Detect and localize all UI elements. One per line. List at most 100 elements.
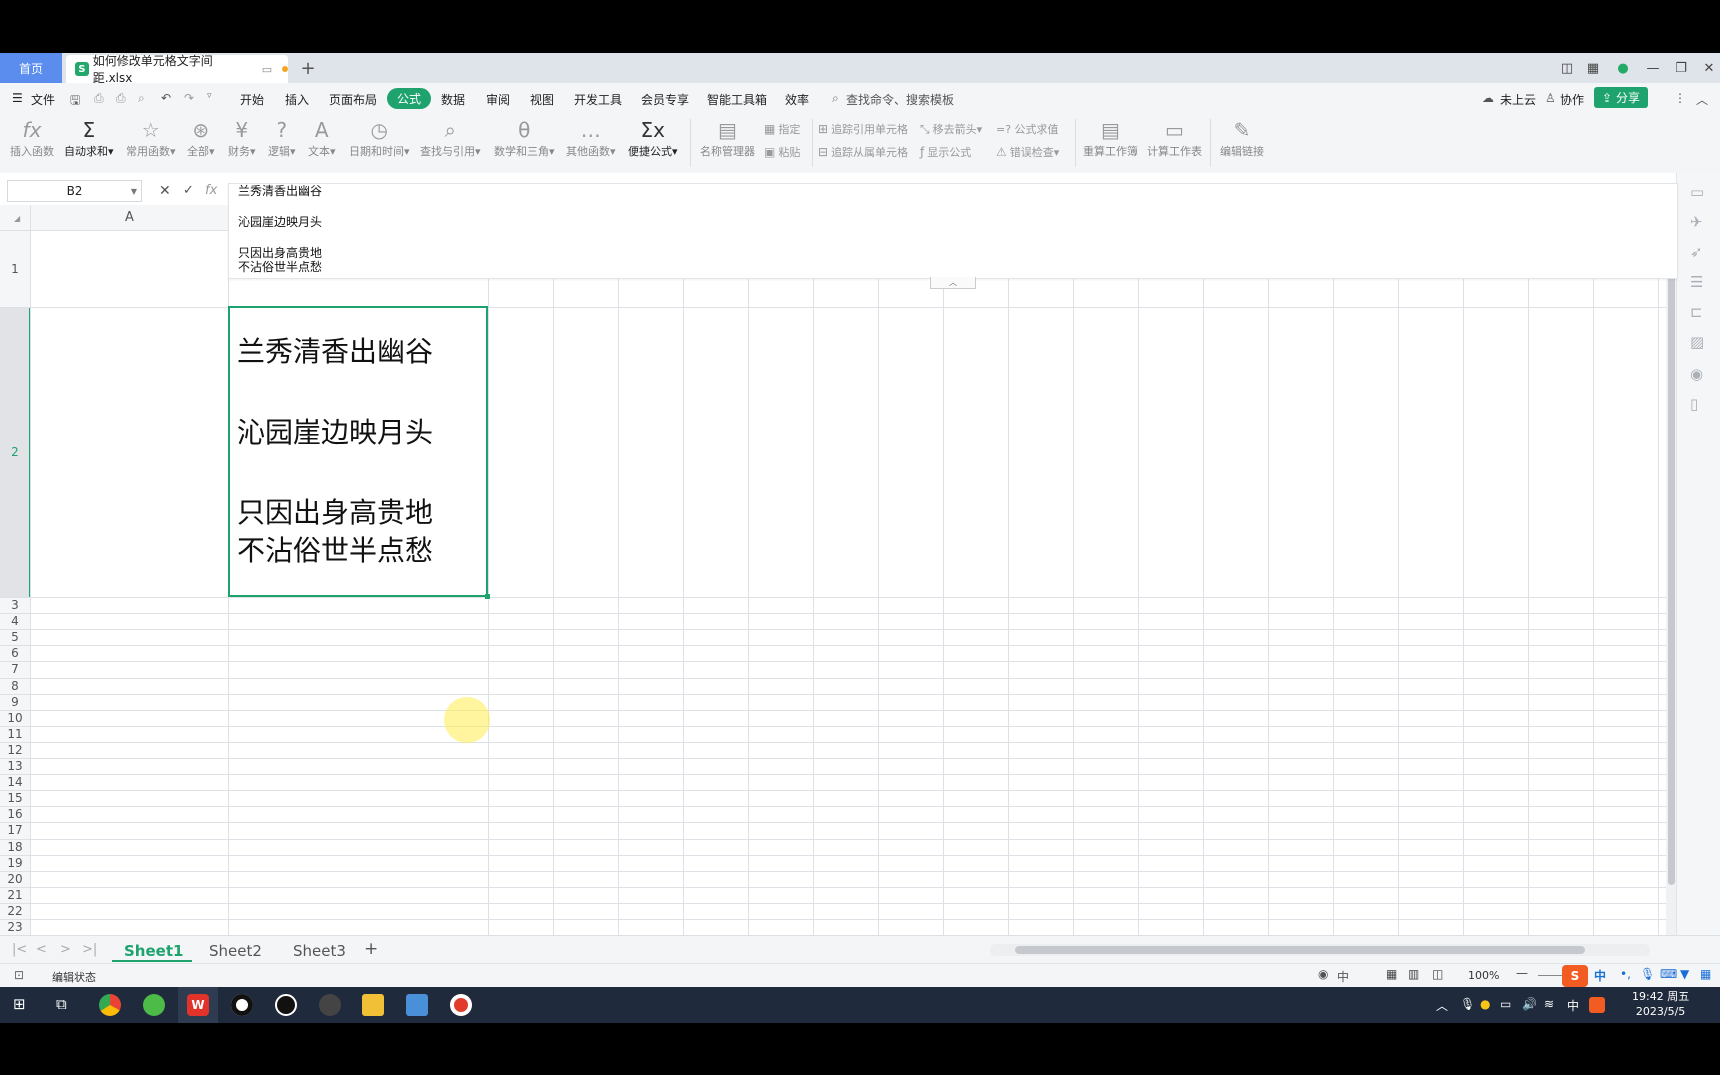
- tray-expand-icon[interactable]: ︿: [1436, 997, 1448, 1014]
- print-icon[interactable]: ⎙: [116, 91, 126, 106]
- quick-access-dropdown-icon[interactable]: ▿: [207, 91, 212, 101]
- datetime-button[interactable]: ◷ 日期和时间▾: [349, 117, 410, 159]
- row-header[interactable]: 5: [0, 630, 30, 644]
- autosum-button[interactable]: Σ 自动求和▾: [64, 117, 114, 159]
- location-icon[interactable]: ◉: [1690, 365, 1703, 383]
- menu-file[interactable]: 文件: [31, 91, 55, 108]
- paste-name-button[interactable]: ▣ 粘贴: [764, 144, 800, 160]
- chevron-down-icon[interactable]: ▼: [131, 187, 137, 196]
- more-icon[interactable]: ⋮: [1674, 91, 1686, 105]
- tray-sogou-icon[interactable]: [1589, 997, 1605, 1013]
- row-header[interactable]: 4: [0, 614, 30, 628]
- name-box[interactable]: B2 ▼: [7, 180, 142, 202]
- share-button[interactable]: ⇪ 分享: [1594, 87, 1648, 108]
- finance-button[interactable]: ¥ 财务▾: [228, 117, 256, 159]
- recalc-workbook-button[interactable]: ▤ 重算工作簿: [1083, 117, 1138, 159]
- collapse-ribbon-icon[interactable]: ︿: [1696, 91, 1708, 108]
- edit-links-button[interactable]: ✎ 编辑链接: [1220, 117, 1264, 159]
- windows-start-icon[interactable]: ⊞: [13, 995, 26, 1013]
- row-header[interactable]: 8: [0, 679, 30, 693]
- menu-efficiency[interactable]: 效率: [785, 91, 809, 108]
- cloud-status[interactable]: 未上云: [1500, 91, 1536, 108]
- horizontal-scrollbar[interactable]: [990, 944, 1650, 956]
- formula-input[interactable]: 兰秀清香出幽谷 沁园崖边映月头 只因出身高贵地 不沾俗世半点愁: [228, 183, 1678, 279]
- evaluate-formula-button[interactable]: =? 公式求值: [996, 121, 1059, 137]
- row-header[interactable]: 2: [0, 445, 30, 459]
- row-header[interactable]: 7: [0, 662, 30, 676]
- select-all-icon[interactable]: ◢: [14, 214, 20, 223]
- collab-button[interactable]: 协作: [1560, 91, 1584, 108]
- normal-view-icon[interactable]: ▦: [1386, 967, 1397, 981]
- cancel-icon[interactable]: ✕: [159, 183, 171, 199]
- row-header[interactable]: 3: [0, 598, 30, 612]
- zoom-level[interactable]: 100%: [1468, 969, 1499, 982]
- sliders-icon[interactable]: ☰: [1690, 273, 1703, 291]
- lookup-button[interactable]: ⌕ 查找与引用▾: [420, 117, 481, 159]
- zoom-out-icon[interactable]: —: [1516, 966, 1528, 980]
- ime-menu-icon[interactable]: ▦: [1700, 967, 1711, 981]
- pin-icon[interactable]: ▭: [262, 63, 272, 76]
- row-header[interactable]: 12: [0, 743, 30, 757]
- menu-member[interactable]: 会员专享: [641, 91, 689, 108]
- close-icon[interactable]: ✕: [1698, 57, 1720, 79]
- chrome-icon[interactable]: [99, 994, 121, 1016]
- task-view-icon[interactable]: ⧉: [56, 995, 67, 1013]
- reading-view-icon[interactable]: ◫: [1432, 967, 1443, 981]
- export-icon[interactable]: ⎙: [94, 91, 104, 106]
- eye-protection-icon[interactable]: ◉: [1318, 967, 1328, 981]
- math-button[interactable]: θ 数学和三角▾: [494, 117, 555, 159]
- restore-icon[interactable]: ❐: [1670, 57, 1692, 79]
- wifi-icon[interactable]: ≋: [1544, 997, 1554, 1011]
- confirm-icon[interactable]: ✓: [183, 183, 194, 198]
- qq-icon[interactable]: [275, 994, 297, 1016]
- other-functions-button[interactable]: … 其他函数▾: [566, 117, 616, 159]
- calc-sheet-button[interactable]: ▭ 计算工作表: [1147, 117, 1202, 159]
- row-header[interactable]: 15: [0, 791, 30, 805]
- language-select[interactable]: 中: [1337, 968, 1349, 985]
- collapse-formula-icon[interactable]: ︿: [930, 277, 976, 289]
- menu-insert[interactable]: 插入: [285, 91, 309, 108]
- page-view-icon[interactable]: ▥: [1408, 967, 1419, 981]
- image-icon[interactable]: ▨: [1690, 333, 1704, 351]
- row-header[interactable]: 16: [0, 807, 30, 821]
- row-header[interactable]: 9: [0, 695, 30, 709]
- menu-developer[interactable]: 开发工具: [574, 91, 622, 108]
- row-header[interactable]: 13: [0, 759, 30, 773]
- all-functions-button[interactable]: ⊛ 全部▾: [187, 117, 215, 159]
- macro-icon[interactable]: ⊡: [14, 968, 24, 982]
- layout-icon[interactable]: ◫: [1556, 57, 1578, 79]
- undo-icon[interactable]: ↶: [161, 91, 171, 105]
- vertical-scrollbar[interactable]: [1666, 205, 1676, 935]
- last-sheet-icon[interactable]: >|: [82, 942, 97, 957]
- menu-review[interactable]: 审阅: [486, 91, 510, 108]
- menu-view[interactable]: 视图: [530, 91, 554, 108]
- recorder-icon[interactable]: [231, 994, 253, 1016]
- trace-precedents-button[interactable]: ⊞ 追踪引用单元格: [818, 121, 908, 137]
- row-header[interactable]: 22: [0, 904, 30, 918]
- column-header-a[interactable]: A: [125, 210, 134, 225]
- tab-sheet2[interactable]: Sheet2: [209, 942, 262, 960]
- trace-dependents-button[interactable]: ⊟ 追踪从属单元格: [818, 144, 908, 160]
- row-header[interactable]: 21: [0, 888, 30, 902]
- tray-ime[interactable]: 中: [1567, 997, 1579, 1014]
- book-icon[interactable]: ▯: [1690, 395, 1698, 413]
- wps-taskbar-active[interactable]: W: [178, 987, 218, 1023]
- row-header[interactable]: 18: [0, 840, 30, 854]
- quick-formula-button[interactable]: Σx 便捷公式▾: [628, 117, 678, 159]
- tray-battery-icon[interactable]: ▭: [1500, 997, 1511, 1011]
- menu-start[interactable]: 开始: [240, 91, 264, 108]
- microphone-icon[interactable]: 🎙: [1640, 967, 1655, 981]
- first-sheet-icon[interactable]: |<: [12, 942, 27, 957]
- new-tab-button[interactable]: +: [298, 55, 318, 81]
- logic-button[interactable]: ? 逻辑▾: [268, 117, 296, 159]
- media-icon[interactable]: [319, 994, 341, 1016]
- folder-icon[interactable]: [362, 994, 384, 1016]
- tab-sheet3[interactable]: Sheet3: [293, 942, 346, 960]
- error-check-button[interactable]: ⚠ 错误检查▾: [996, 144, 1059, 160]
- clock[interactable]: 19:42 周五 2023/5/5: [1632, 989, 1689, 1019]
- keyboard-icon[interactable]: ⌨: [1660, 967, 1677, 981]
- row-header[interactable]: 6: [0, 646, 30, 660]
- horizontal-scrollbar-thumb[interactable]: [1015, 946, 1585, 954]
- minimize-icon[interactable]: —: [1642, 57, 1664, 79]
- avatar[interactable]: ●: [1612, 57, 1634, 79]
